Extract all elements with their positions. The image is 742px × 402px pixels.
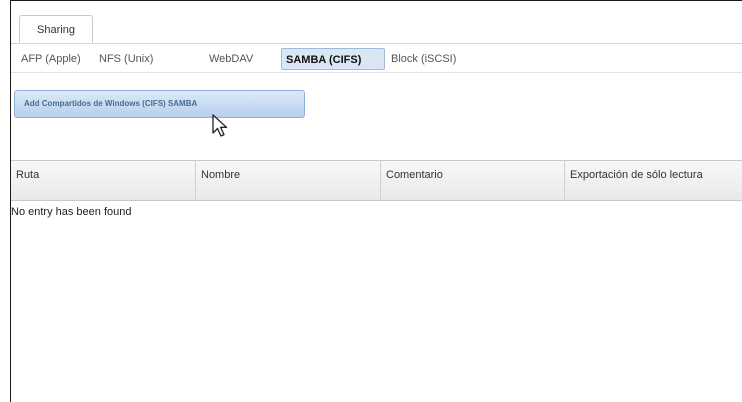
column-header-nombre[interactable]: Nombre [196, 161, 381, 200]
main-tab-bar: Sharing [11, 15, 742, 44]
tab-sharing[interactable]: Sharing [19, 15, 93, 43]
column-header-exportacion[interactable]: Exportación de sólo lectura [565, 161, 742, 200]
mouse-pointer-icon [212, 114, 228, 137]
shares-grid-header: Ruta Nombre Comentario Exportación de só… [11, 160, 742, 201]
sharing-subtabs: AFP (Apple) NFS (Unix) WebDAV SAMBA (CIF… [11, 48, 742, 73]
column-header-comentario[interactable]: Comentario [381, 161, 565, 200]
grid-empty-message: No entry has been found [11, 206, 132, 218]
column-header-ruta[interactable]: Ruta [11, 161, 196, 200]
add-samba-share-button[interactable]: Add Compartidos de Windows (CIFS) SAMBA [14, 90, 305, 118]
subtab-iscsi[interactable]: Block (iSCSI) [387, 48, 460, 70]
subtab-samba[interactable]: SAMBA (CIFS) [281, 48, 385, 70]
subtab-nfs[interactable]: NFS (Unix) [95, 48, 157, 70]
window-top-border [10, 0, 742, 1]
subtab-webdav[interactable]: WebDAV [205, 48, 257, 70]
sharing-window: Sharing AFP (Apple) NFS (Unix) WebDAV SA… [0, 0, 742, 402]
subtab-divider [11, 72, 742, 73]
subtab-afp[interactable]: AFP (Apple) [17, 48, 85, 70]
